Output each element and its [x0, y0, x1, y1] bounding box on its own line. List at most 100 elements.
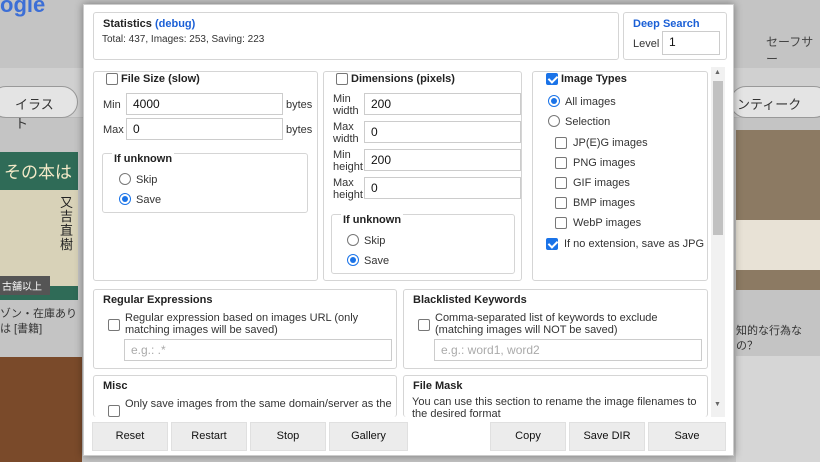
skip-radio[interactable]: [119, 173, 131, 185]
type-label: PNG images: [573, 157, 636, 169]
all-images-radio[interactable]: [548, 95, 560, 107]
no-extension-checkbox[interactable]: [546, 238, 558, 250]
min-height-input[interactable]: 200: [364, 149, 521, 171]
jpeg-checkbox[interactable]: [555, 137, 567, 149]
image-types-title: Image Types: [561, 73, 627, 85]
deep-search-title[interactable]: Deep Search: [633, 18, 700, 30]
image-types-panel: Image Types All images Selection JP(E)G …: [532, 71, 708, 281]
book-title: その本は: [4, 163, 72, 183]
shelf-image: [0, 357, 82, 462]
min-label: Min: [103, 99, 121, 111]
max-height-input[interactable]: 0: [364, 177, 521, 199]
file-mask-title: File Mask: [413, 380, 463, 392]
gallery-button[interactable]: Gallery: [329, 422, 408, 451]
max-width-input[interactable]: 0: [364, 121, 521, 143]
debug-link[interactable]: (debug): [155, 18, 195, 30]
png-checkbox[interactable]: [555, 157, 567, 169]
book-image: その本は 又吉直樹 古舗以上: [0, 152, 78, 300]
copy-button[interactable]: Copy: [490, 422, 566, 451]
blacklist-description: Comma-separated list of keywords to excl…: [435, 312, 658, 336]
webp-checkbox[interactable]: [555, 217, 567, 229]
skip-radio[interactable]: [347, 234, 359, 246]
statistics-title: Statistics (debug): [103, 18, 196, 30]
regex-checkbox[interactable]: [108, 319, 120, 331]
book-author: 又吉直樹: [60, 196, 74, 253]
min-width-input[interactable]: 200: [364, 93, 521, 115]
save-radio[interactable]: [119, 193, 131, 205]
caption: 知的な行為なの？: [736, 325, 802, 352]
background-logo: ogle: [0, 0, 46, 17]
gif-checkbox[interactable]: [555, 177, 567, 189]
type-label: BMP images: [573, 197, 636, 209]
misc-checkbox[interactable]: [108, 405, 120, 417]
save-label: Save: [364, 255, 390, 267]
max-label: Max: [103, 124, 124, 136]
bmp-checkbox[interactable]: [555, 197, 567, 209]
file-size-title: File Size (slow): [121, 73, 200, 85]
misc-panel: Misc Only save images from the same doma…: [93, 375, 397, 417]
file-mask-description: You can use this section to rename the i…: [412, 396, 697, 417]
file-mask-panel: File Mask You can use this section to re…: [403, 375, 708, 417]
blacklist-title: Blacklisted Keywords: [413, 294, 527, 306]
type-label: WebP images: [573, 217, 642, 229]
background-chip: イラスト: [0, 86, 78, 131]
min-size-input[interactable]: 4000: [126, 93, 283, 115]
no-extension-label: If no extension, save as JPG: [564, 238, 705, 250]
statistics-panel: Statistics (debug) Total: 437, Images: 2…: [93, 12, 619, 60]
skip-label: Skip: [364, 235, 386, 247]
regex-title: Regular Expressions: [103, 294, 213, 306]
download-dialog: Statistics (debug) Total: 437, Images: 2…: [83, 4, 734, 456]
bytes-label: bytes: [286, 124, 313, 136]
book-badge: 古舗以上: [0, 276, 50, 295]
misc-title: Misc: [103, 380, 128, 392]
if-unknown-title: If unknown: [112, 153, 175, 165]
level-input[interactable]: 1: [662, 31, 720, 55]
type-label: JP(E)G images: [573, 137, 648, 149]
dimensions-title: Dimensions (pixels): [351, 73, 455, 85]
regex-description: Regular expression based on images URL (…: [125, 312, 359, 336]
skip-label: Skip: [136, 174, 158, 186]
bytes-label: bytes: [286, 99, 313, 111]
blacklist-checkbox[interactable]: [418, 319, 430, 331]
selection-radio[interactable]: [548, 115, 560, 127]
if-unknown-title: If unknown: [341, 214, 404, 226]
level-label: Level: [633, 38, 660, 50]
restart-button[interactable]: Restart: [171, 422, 247, 451]
scroll-down-icon[interactable]: ▼: [714, 401, 721, 408]
stop-button[interactable]: Stop: [250, 422, 326, 451]
regex-input[interactable]: e.g.: .*: [124, 339, 392, 361]
max-size-input[interactable]: 0: [126, 118, 283, 140]
if-unknown-group: If unknown Skip Save: [102, 153, 308, 213]
dimensions-checkbox[interactable]: [336, 73, 348, 85]
save-label: Save: [136, 194, 162, 206]
misc-option-label: Only save images from the same domain/se…: [125, 398, 392, 410]
scroll-up-icon[interactable]: ▲: [714, 69, 721, 76]
bg-image: [736, 356, 820, 462]
save-radio[interactable]: [347, 254, 359, 266]
image-types-checkbox[interactable]: [546, 73, 558, 85]
max-height-label: Max height: [333, 177, 363, 201]
file-size-panel: File Size (slow) Min 4000 bytes Max 0 by…: [93, 71, 318, 281]
statistics-summary: Total: 437, Images: 253, Saving: 223: [102, 34, 265, 45]
type-label: GIF images: [573, 177, 630, 189]
min-height-label: Min height: [333, 149, 363, 173]
open-book-image: [736, 130, 820, 290]
blacklist-input[interactable]: e.g.: word1, word2: [434, 339, 702, 361]
file-size-checkbox[interactable]: [106, 73, 118, 85]
deep-search-panel: Deep Search Level 1: [623, 12, 727, 60]
save-dir-button[interactable]: Save DIR: [569, 422, 645, 451]
scrollbar[interactable]: ▲ ▼: [711, 67, 725, 417]
blacklist-panel: Blacklisted Keywords Comma-separated lis…: [403, 289, 708, 369]
scrollbar-thumb[interactable]: [713, 81, 723, 235]
dimensions-panel: Dimensions (pixels) Min width 200 Max wi…: [323, 71, 522, 281]
all-images-label: All images: [565, 96, 616, 108]
reset-button[interactable]: Reset: [92, 422, 168, 451]
regex-panel: Regular Expressions Regular expression b…: [93, 289, 397, 369]
max-width-label: Max width: [333, 121, 359, 145]
min-width-label: Min width: [333, 93, 359, 117]
save-button[interactable]: Save: [648, 422, 726, 451]
background-chip: ンティーク: [730, 86, 820, 118]
if-unknown-group: If unknown Skip Save: [331, 214, 515, 274]
caption: ゾン・在庫ありは [書籍]: [0, 308, 77, 335]
selection-label: Selection: [565, 116, 611, 128]
